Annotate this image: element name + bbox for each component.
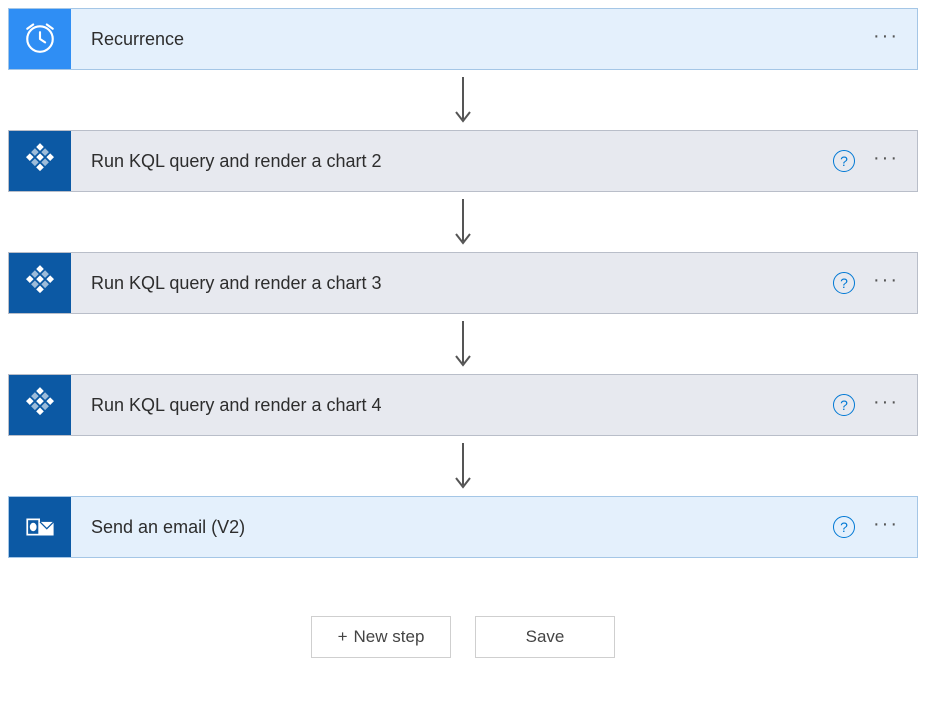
more-icon[interactable]: ···: [873, 514, 899, 540]
more-icon[interactable]: ···: [873, 392, 899, 418]
step-label: Send an email (V2): [71, 517, 833, 538]
step-kql-3[interactable]: Run KQL query and render a chart 3 ? ···: [8, 252, 918, 314]
step-kql-4[interactable]: Run KQL query and render a chart 4 ? ···: [8, 374, 918, 436]
help-icon[interactable]: ?: [833, 150, 855, 172]
save-button[interactable]: Save: [475, 616, 615, 658]
step-kql-2[interactable]: Run KQL query and render a chart 2 ? ···: [8, 130, 918, 192]
step-recurrence[interactable]: Recurrence ···: [8, 8, 918, 70]
connector-arrow: [8, 314, 918, 374]
connector-arrow: [8, 436, 918, 496]
step-actions: ? ···: [833, 392, 917, 418]
kql-icon: [9, 130, 71, 192]
step-send-email[interactable]: Send an email (V2) ? ···: [8, 496, 918, 558]
help-icon[interactable]: ?: [833, 272, 855, 294]
connector-arrow: [8, 192, 918, 252]
outlook-icon: [9, 496, 71, 558]
kql-icon: [9, 252, 71, 314]
step-label: Recurrence: [71, 29, 873, 50]
help-icon[interactable]: ?: [833, 394, 855, 416]
clock-icon: [9, 8, 71, 70]
step-actions: ? ···: [833, 270, 917, 296]
bottom-actions: + New step Save: [8, 616, 918, 658]
workflow-container: Recurrence ···: [8, 8, 918, 658]
help-icon[interactable]: ?: [833, 516, 855, 538]
step-actions: ? ···: [833, 514, 917, 540]
step-actions: ···: [873, 26, 917, 52]
step-label: Run KQL query and render a chart 2: [71, 151, 833, 172]
more-icon[interactable]: ···: [873, 26, 899, 52]
new-step-label: New step: [354, 627, 425, 647]
step-actions: ? ···: [833, 148, 917, 174]
new-step-button[interactable]: + New step: [311, 616, 451, 658]
kql-icon: [9, 374, 71, 436]
connector-arrow: [8, 70, 918, 130]
step-label: Run KQL query and render a chart 4: [71, 395, 833, 416]
more-icon[interactable]: ···: [873, 270, 899, 296]
save-label: Save: [526, 627, 565, 647]
plus-icon: +: [338, 627, 348, 647]
step-label: Run KQL query and render a chart 3: [71, 273, 833, 294]
more-icon[interactable]: ···: [873, 148, 899, 174]
